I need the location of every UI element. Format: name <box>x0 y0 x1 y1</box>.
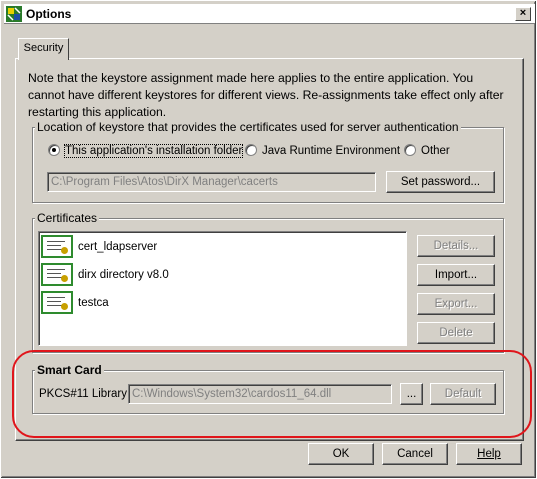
radio-unselected-icon <box>404 144 416 156</box>
certificate-name: testca <box>78 297 109 309</box>
keystore-note: Note that the keystore assignment made h… <box>28 71 504 119</box>
delete-button[interactable]: Delete <box>417 322 495 344</box>
close-icon: × <box>519 7 527 19</box>
help-button-label: Help <box>477 448 501 460</box>
certificate-icon <box>41 263 73 286</box>
radio-java-runtime[interactable]: Java Runtime Environment <box>245 144 400 158</box>
options-dialog: Options × Security Note that the keystor… <box>0 0 537 479</box>
certificates-list[interactable]: cert_ldapserver dirx directory v8.0 test… <box>38 231 407 346</box>
radio-installation-folder[interactable]: This application's installation folder <box>48 144 244 158</box>
title-bar[interactable]: Options × <box>4 4 535 24</box>
window-title: Options <box>26 7 72 21</box>
keystore-path-field[interactable]: C:\Program Files\Atos\DirX Manager\cacer… <box>47 172 376 192</box>
import-button[interactable]: Import... <box>417 264 495 286</box>
radio-java-runtime-label: Java Runtime Environment <box>262 145 401 157</box>
tab-security-label: Security <box>23 42 64 54</box>
tab-security[interactable]: Security <box>18 38 69 60</box>
keystore-group-title: Location of keystore that provides the c… <box>35 120 461 134</box>
app-icon <box>6 6 22 22</box>
ok-button[interactable]: OK <box>308 443 374 465</box>
details-button[interactable]: Details... <box>417 235 495 257</box>
radio-selected-icon <box>48 144 60 156</box>
certificate-name: cert_ldapserver <box>78 241 158 253</box>
certificate-icon <box>41 235 73 258</box>
export-button[interactable]: Export... <box>417 293 495 315</box>
radio-installation-folder-label: This application's installation folder <box>63 144 244 158</box>
radio-unselected-icon <box>245 144 257 156</box>
certificates-group-title: Certificates <box>35 211 100 225</box>
smart-card-highlight <box>12 350 532 438</box>
radio-other[interactable]: Other <box>404 144 450 158</box>
certificate-name: dirx directory v8.0 <box>78 269 169 281</box>
radio-other-label: Other <box>421 145 450 157</box>
close-button[interactable]: × <box>515 7 531 21</box>
certificate-icon <box>41 291 73 314</box>
cancel-button[interactable]: Cancel <box>382 443 448 465</box>
set-password-button[interactable]: Set password... <box>386 171 495 193</box>
help-button[interactable]: Help <box>456 443 522 465</box>
